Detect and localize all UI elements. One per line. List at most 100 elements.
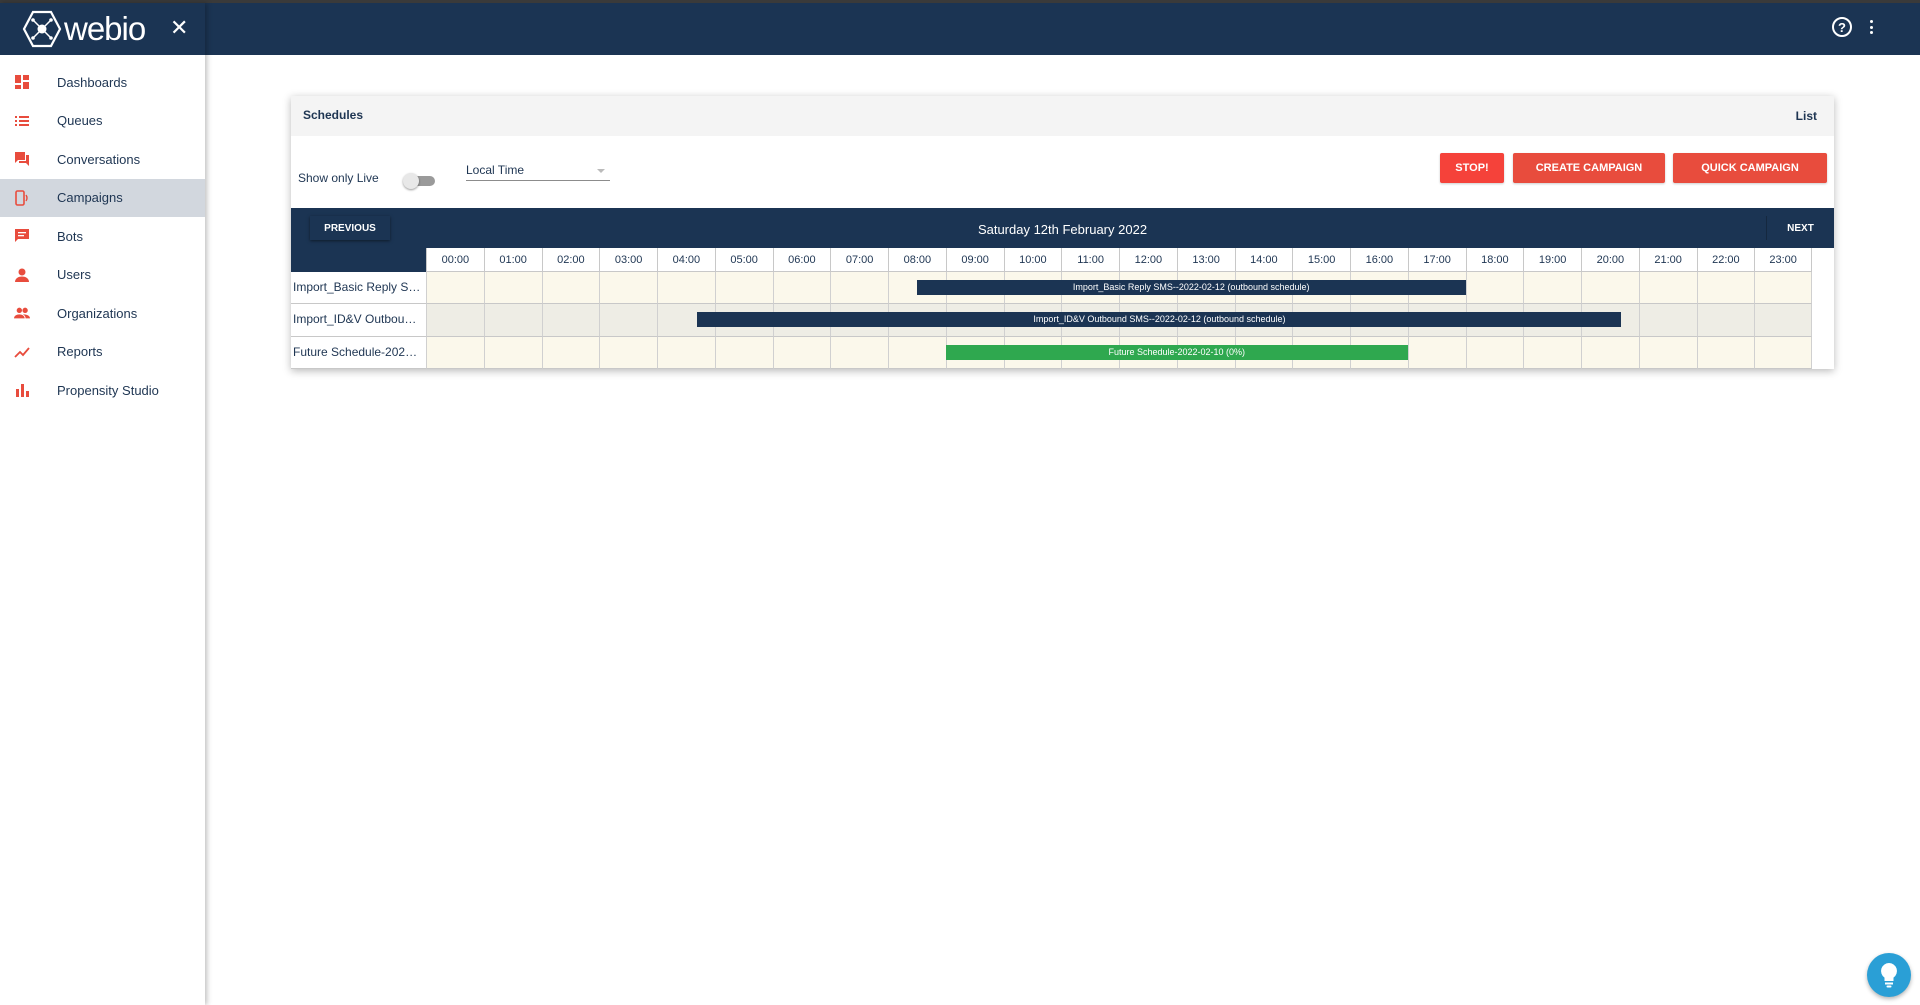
hour-cell[interactable] bbox=[483, 272, 542, 305]
hour-label: 07:00 bbox=[830, 248, 888, 272]
quick-campaign-button[interactable]: QUICK CAMPAIGN bbox=[1673, 153, 1827, 183]
hour-cell[interactable] bbox=[1638, 336, 1697, 369]
hour-cell[interactable] bbox=[541, 336, 600, 369]
sidebar-item-label: Propensity Studio bbox=[57, 382, 159, 398]
sidebar-item-bots[interactable]: Bots bbox=[0, 217, 205, 256]
hour-cell[interactable] bbox=[714, 336, 773, 369]
schedule-bar[interactable]: Import_ID&V Outbound SMS--2022-02-12 (ou… bbox=[697, 312, 1622, 328]
hour-label: 04:00 bbox=[657, 248, 715, 272]
hour-cell[interactable] bbox=[426, 272, 484, 305]
schedule-row-label[interactable]: Future Schedule-202… bbox=[291, 336, 426, 369]
schedule-controls: Show only Live Local Time STOP! CREATE C… bbox=[291, 136, 1834, 208]
hour-cell[interactable] bbox=[541, 304, 600, 337]
hour-cell[interactable] bbox=[1696, 304, 1755, 337]
hour-label: 06:00 bbox=[772, 248, 831, 272]
trending-icon bbox=[14, 344, 30, 360]
hour-cell[interactable] bbox=[657, 336, 715, 369]
hour-cell[interactable] bbox=[830, 336, 888, 369]
hour-cell[interactable] bbox=[1638, 272, 1697, 305]
schedule-row-label[interactable]: Import_Basic Reply S… bbox=[291, 272, 426, 305]
sidebar-item-organizations[interactable]: Organizations bbox=[0, 294, 205, 333]
hour-cell[interactable] bbox=[830, 272, 888, 305]
timeline-corner bbox=[291, 248, 426, 272]
sidebar-item-conversations[interactable]: Conversations bbox=[0, 140, 205, 179]
schedules-card: Schedules List Show only Live Local Time… bbox=[291, 96, 1834, 369]
lightbulb-help-button[interactable] bbox=[1867, 953, 1911, 997]
hour-header: 00:00 01:00 02:00 03:00 04:00 05:00 06:00 07:00… bbox=[426, 248, 1812, 272]
bar-chart-icon bbox=[14, 382, 30, 398]
sidebar-item-reports[interactable]: Reports bbox=[0, 333, 205, 372]
hour-cell[interactable] bbox=[1754, 272, 1812, 305]
create-campaign-button[interactable]: CREATE CAMPAIGN bbox=[1513, 153, 1665, 183]
hour-label: 14:00 bbox=[1234, 248, 1293, 272]
sidebar-item-label: Conversations bbox=[57, 151, 141, 167]
hour-cell[interactable] bbox=[1407, 336, 1466, 369]
hour-cell[interactable] bbox=[657, 272, 715, 305]
sidebar-item-label: Bots bbox=[57, 228, 84, 244]
schedule-row: Import_Basic Reply S… Import_Basic Reply … bbox=[291, 272, 1812, 305]
hour-cell[interactable] bbox=[888, 336, 946, 369]
campaign-icon bbox=[14, 189, 30, 206]
sidebar-nav: Dashboards Queues Conversations Campaign… bbox=[0, 63, 205, 410]
hour-label: 11:00 bbox=[1061, 248, 1119, 272]
lightbulb-icon bbox=[1881, 963, 1897, 988]
sidebar-item-campaigns[interactable]: Campaigns bbox=[0, 178, 205, 217]
hour-cell[interactable] bbox=[1465, 336, 1524, 369]
hour-cell[interactable] bbox=[1696, 272, 1755, 305]
hour-label: 05:00 bbox=[714, 248, 773, 272]
sidebar-item-label: Reports bbox=[57, 344, 103, 360]
hour-cell[interactable] bbox=[483, 336, 542, 369]
next-button[interactable]: NEXT bbox=[1766, 216, 1834, 240]
toggle-knob bbox=[403, 173, 419, 189]
people-icon bbox=[14, 305, 30, 321]
hour-cell[interactable] bbox=[541, 272, 600, 305]
hour-label: 03:00 bbox=[599, 248, 657, 272]
hour-cell[interactable] bbox=[599, 272, 657, 305]
person-icon bbox=[14, 267, 30, 283]
hour-cell[interactable] bbox=[714, 272, 773, 305]
schedule-row: Import_ID&V Outbou… Import_ID&V Outbound … bbox=[291, 304, 1812, 337]
hour-cell[interactable] bbox=[1523, 336, 1581, 369]
sidebar-item-propensity-studio[interactable]: Propensity Studio bbox=[0, 371, 205, 410]
schedule-bar[interactable]: Import_Basic Reply SMS--2022-02-12 (outb… bbox=[916, 280, 1466, 295]
more-vert-icon[interactable] bbox=[1868, 17, 1874, 37]
hour-label: 02:00 bbox=[541, 248, 600, 272]
hour-cell[interactable] bbox=[426, 304, 484, 337]
list-icon bbox=[14, 113, 30, 129]
sidebar-item-label: Queues bbox=[57, 113, 103, 129]
window-edge bbox=[0, 0, 1920, 3]
sidebar-item-label: Organizations bbox=[57, 305, 138, 321]
chat-icon bbox=[14, 228, 30, 244]
sidebar-item-label: Dashboards bbox=[57, 74, 128, 90]
hour-cell[interactable] bbox=[1638, 304, 1697, 337]
hour-cell[interactable] bbox=[483, 304, 542, 337]
hour-cell[interactable] bbox=[599, 304, 657, 337]
timezone-select[interactable]: Local Time bbox=[466, 160, 610, 181]
hour-cell[interactable] bbox=[772, 336, 831, 369]
schedule-timeline: 00:00 01:00 02:00 03:00 04:00 05:00 06:00 07:00… bbox=[291, 248, 1834, 369]
hour-label: 08:00 bbox=[888, 248, 946, 272]
schedule-row-label[interactable]: Import_ID&V Outbou… bbox=[291, 304, 426, 337]
sidebar-item-users[interactable]: Users bbox=[0, 256, 205, 295]
help-icon[interactable]: ? bbox=[1832, 17, 1852, 37]
hour-cell[interactable] bbox=[1696, 336, 1755, 369]
hour-cell[interactable] bbox=[1754, 304, 1812, 337]
hour-cell[interactable] bbox=[1754, 336, 1812, 369]
hour-cell[interactable] bbox=[1523, 272, 1581, 305]
hour-cell[interactable] bbox=[1581, 336, 1639, 369]
show-live-toggle[interactable] bbox=[403, 173, 435, 189]
hour-cell[interactable] bbox=[1465, 272, 1524, 305]
hour-cell[interactable] bbox=[1581, 272, 1639, 305]
sidebar-item-queues[interactable]: Queues bbox=[0, 102, 205, 141]
list-view-link[interactable]: List bbox=[1796, 109, 1817, 123]
close-icon[interactable]: ✕ bbox=[170, 17, 188, 39]
hour-cell[interactable] bbox=[599, 336, 657, 369]
hour-label: 10:00 bbox=[1003, 248, 1062, 272]
stop-button[interactable]: STOP! bbox=[1440, 153, 1504, 183]
sidebar-item-label: Users bbox=[57, 267, 91, 283]
hour-cell[interactable] bbox=[772, 272, 831, 305]
hour-cell[interactable] bbox=[426, 336, 484, 369]
logo[interactable]: webio bbox=[22, 10, 146, 48]
schedule-bar[interactable]: Future Schedule-2022-02-10 (0%) bbox=[945, 344, 1408, 360]
sidebar-item-dashboards[interactable]: Dashboards bbox=[0, 63, 205, 102]
